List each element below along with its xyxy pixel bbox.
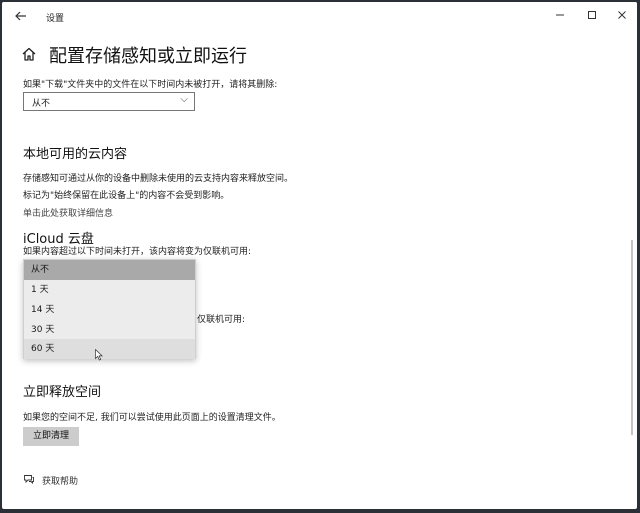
dropdown-option[interactable]: 14 天 — [24, 300, 195, 320]
scrollbar[interactable] — [631, 240, 633, 435]
clean-now-button[interactable]: 立即清理 — [23, 427, 79, 446]
free-space-desc: 如果您的空间不足, 我们可以尝试使用此页面上的设置清理文件。 — [23, 413, 281, 423]
chevron-down-icon: ⌵ — [180, 94, 188, 105]
downloads-label: 如果"下载"文件夹中的文件在以下时间内未被打开，请将其删除: — [23, 80, 278, 90]
icloud-dropdown-list[interactable]: 从不 1 天 14 天 30 天 60 天 — [23, 259, 196, 359]
close-button[interactable] — [608, 7, 636, 27]
app-title: 设置 — [46, 14, 65, 24]
downloads-dropdown-value: 从不 — [32, 99, 51, 109]
free-space-heading: 立即释放空间 — [23, 385, 102, 400]
home-icon[interactable] — [21, 46, 37, 62]
maximize-button[interactable] — [578, 7, 606, 27]
minimize-button[interactable] — [546, 7, 574, 27]
close-icon — [618, 11, 626, 19]
dropdown-option[interactable]: 60 天 — [24, 339, 195, 359]
dropdown-option[interactable]: 从不 — [24, 260, 195, 280]
arrow-left-icon — [15, 11, 26, 21]
learn-more-link[interactable]: 单击此处获取详细信息 — [23, 206, 113, 219]
icloud-label: 如果内容超过以下时间未打开，该内容将变为仅联机可用: — [23, 247, 252, 257]
cloud-content-heading: 本地可用的云内容 — [23, 147, 128, 162]
cloud-desc-2: 标记为"始终保留在此设备上"的内容不会受到影响。 — [23, 191, 230, 201]
dropdown-option[interactable]: 30 天 — [24, 320, 195, 340]
mouse-pointer-icon — [95, 349, 103, 361]
dropdown-option[interactable]: 1 天 — [24, 280, 195, 300]
page-title: 配置存储感知或立即运行 — [49, 46, 247, 67]
get-help-link[interactable]: 获取帮助 — [42, 474, 78, 487]
minimize-icon — [556, 14, 564, 16]
help-chat-icon — [24, 475, 34, 485]
downloads-dropdown[interactable]: 从不 ⌵ — [23, 92, 195, 111]
settings-window: 设置 配置存储感知或立即运行 如果"下载"文件夹中的文件在以下时间内未被打开，请… — [2, 2, 637, 509]
maximize-icon — [588, 11, 596, 19]
title-bar: 设置 — [2, 2, 637, 32]
cloud-desc-1: 存储感知可通过从你的设备中删除未使用的云支持内容来释放空间。 — [23, 174, 294, 184]
hidden-label-tail: 仅联机可用: — [197, 315, 246, 325]
back-button[interactable] — [12, 9, 30, 25]
